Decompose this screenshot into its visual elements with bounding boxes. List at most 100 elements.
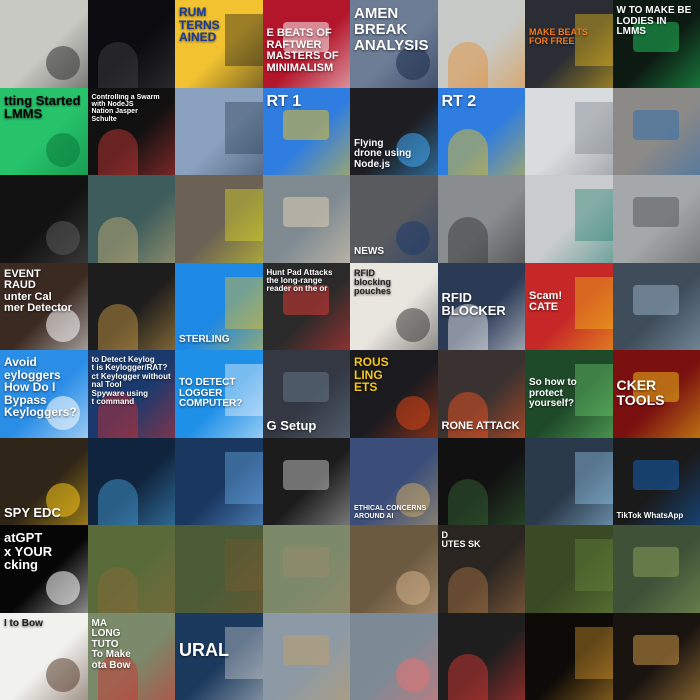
video-thumbnail-r4c5[interactable]: RFID blocking pouches [350,262,438,350]
thumbnail-title: SPY EDC [4,506,61,520]
video-thumbnail-r5c1[interactable]: Avoid eyloggers How Do I Bypass Keylogge… [0,350,88,438]
subject-shape-icon [97,216,138,263]
subject-shape-icon [45,133,80,167]
video-thumbnail-r7c3[interactable] [175,525,263,613]
video-thumbnail-r2c2[interactable]: Controlling a Swarm with NodeJS Nation J… [87,87,175,175]
subject-shape-icon [45,570,80,605]
video-thumbnail-r2c5[interactable]: Flying drone using Node.js [350,87,438,175]
video-thumbnail-r2c7[interactable] [525,87,613,175]
video-thumbnail-r5c4[interactable]: G Setup [262,350,350,438]
video-thumbnail-r1c6[interactable] [437,0,525,88]
subject-shape-icon [282,109,329,140]
video-thumbnail-r7c4[interactable] [262,525,350,613]
thumbnail-title: G Setup [266,418,317,433]
subject-shape-icon [395,308,430,342]
video-thumbnail-r5c2[interactable]: to Detect Keylog t is Keylogger/RAT? ct … [87,350,175,438]
video-thumbnail-r7c8[interactable] [612,525,700,613]
thumbnail-title: MA LONG TUTO To Make ota Bow [91,618,131,671]
thumbnail-title: TikTok WhatsApp [616,511,684,520]
subject-shape-icon [447,129,488,175]
video-thumbnail-r8c7[interactable] [525,612,613,700]
thumbnail-title: TO DETECT LOGGER COMPUTER? [179,378,243,409]
video-thumbnail-r6c2[interactable] [87,437,175,525]
thumbnail-title: RT 2 [441,93,477,110]
subject-shape-icon [447,41,488,88]
video-thumbnail-r7c2[interactable] [87,525,175,613]
thumbnail-title: MAKE BEATS FOR FREE [529,28,588,47]
video-thumbnail-r6c5[interactable]: ETHICAL CONCERNS AROUND AI [350,437,438,525]
video-thumbnail-r1c4[interactable]: E BEATS OF RAFTWER MASTERS OF MINIMALISM [262,0,350,88]
video-thumbnail-r3c8[interactable] [612,175,700,263]
video-thumbnail-r4c2[interactable] [87,262,175,350]
video-thumbnail-r4c3[interactable]: STERLING [175,262,263,350]
subject-shape-icon [97,304,138,350]
video-thumbnail-r8c1[interactable]: l to Bow [0,612,88,700]
subject-shape-icon [97,479,138,525]
video-thumbnail-r3c4[interactable] [262,175,350,263]
video-thumbnail-r7c6[interactable]: D UTES SK [437,525,525,613]
thumbnail-title: STERLING [179,334,230,345]
video-thumbnail-r8c2[interactable]: MA LONG TUTO To Make ota Bow [87,612,175,700]
video-thumbnail-r1c5[interactable]: AMEN BREAK ANALYSIS [350,0,438,88]
subject-shape-icon [574,189,613,241]
video-thumbnail-r1c1[interactable] [0,0,88,88]
video-thumbnail-r4c6[interactable]: RFID BLOCKER [437,262,525,350]
video-thumbnail-r4c8[interactable] [612,262,700,350]
video-thumbnail-r3c5[interactable]: NEWS [350,175,438,263]
video-thumbnail-r8c6[interactable] [437,612,525,700]
video-thumbnail-r4c1[interactable]: EVENT RAUD unter Cal mer Detector [0,262,88,350]
video-thumbnail-r1c3[interactable]: RUM TERNS AINED [175,0,263,88]
video-thumbnail-r5c7[interactable]: So how to protect yourself? [525,350,613,438]
video-thumbnail-r2c1[interactable]: tting Started LMMS [0,87,88,175]
subject-shape-icon [45,45,80,80]
video-thumbnail-r6c4[interactable] [262,437,350,525]
subject-shape-icon [282,459,329,490]
video-thumbnail-r6c3[interactable] [175,437,263,525]
video-thumbnail-r1c8[interactable]: W TO MAKE BE LODIES IN LMMS [612,0,700,88]
subject-shape-icon [447,216,488,263]
thumbnail-title: URAL [179,640,229,660]
video-thumbnail-r5c5[interactable]: ROUS LING ETS [350,350,438,438]
thumbnail-title: RT 1 [266,93,302,110]
video-thumbnail-r8c8[interactable] [612,612,700,700]
video-thumbnail-r2c3[interactable] [175,87,263,175]
video-thumbnail-r6c8[interactable]: TikTok WhatsApp [612,437,700,525]
video-thumbnail-r5c3[interactable]: TO DETECT LOGGER COMPUTER? [175,350,263,438]
thumbnail-title: AMEN BREAK ANALYSIS [354,6,429,54]
video-thumbnail-r6c1[interactable]: SPY EDC [0,437,88,525]
subject-shape-icon [395,395,430,430]
video-thumbnail-r8c4[interactable] [262,612,350,700]
video-thumbnail-r4c7[interactable]: Scam! CATE [525,262,613,350]
video-thumbnail-r1c2[interactable] [87,0,175,88]
video-thumbnail-r5c6[interactable]: RONE ATTACK [437,350,525,438]
subject-shape-icon [632,284,679,315]
subject-shape-icon [224,101,263,154]
thumbnail-grid: RUM TERNS AINED E BEATS OF RAFTWER MASTER… [0,0,700,700]
video-thumbnail-r6c6[interactable] [437,437,525,525]
video-thumbnail-r3c7[interactable] [525,175,613,263]
video-thumbnail-r4c4[interactable]: Hunt Pad Attacks the long-range reader o… [262,262,350,350]
thumbnail-title: D UTES SK [441,531,481,550]
subject-shape-icon [224,276,263,329]
thumbnail-title: l to Bow [4,618,43,629]
video-thumbnail-r7c5[interactable] [350,525,438,613]
video-thumbnail-r7c7[interactable] [525,525,613,613]
subject-shape-icon [574,451,613,504]
subject-shape-icon [97,566,138,613]
video-thumbnail-r3c1[interactable] [0,175,88,263]
video-thumbnail-r8c5[interactable] [350,612,438,700]
video-thumbnail-r8c3[interactable]: URAL [175,612,263,700]
video-thumbnail-r2c6[interactable]: RT 2 [437,87,525,175]
video-thumbnail-r3c2[interactable] [87,175,175,263]
video-thumbnail-r2c4[interactable]: RT 1 [262,87,350,175]
video-thumbnail-r3c6[interactable] [437,175,525,263]
subject-shape-icon [447,566,488,613]
subject-shape-icon [45,220,80,255]
video-thumbnail-r1c7[interactable]: MAKE BEATS FOR FREE [525,0,613,88]
video-thumbnail-r2c8[interactable] [612,87,700,175]
video-thumbnail-r7c1[interactable]: atGPT x YOUR cking [0,525,88,613]
video-thumbnail-r3c3[interactable] [175,175,263,263]
video-thumbnail-r6c7[interactable] [525,437,613,525]
video-thumbnail-r5c8[interactable]: CKER TOOLS [612,350,700,438]
subject-shape-icon [45,658,80,692]
